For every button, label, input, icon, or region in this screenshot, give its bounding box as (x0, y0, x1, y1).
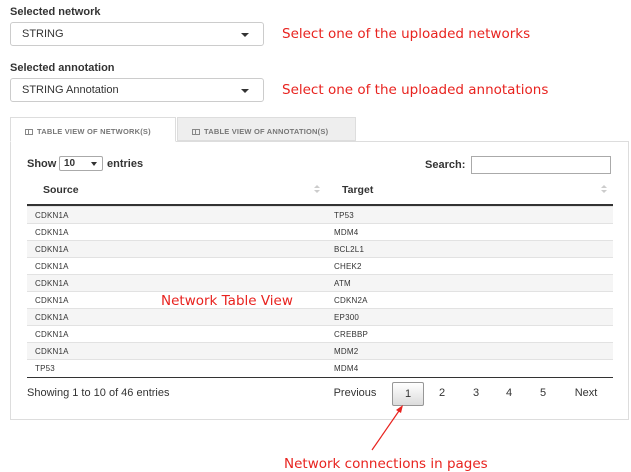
column-header-target[interactable]: Target (342, 184, 373, 196)
table-row: CDKN1A EP300 (27, 308, 613, 325)
pagination-page-3[interactable]: 3 (465, 382, 487, 406)
table-row: CDKN1A MDM2 (27, 342, 613, 359)
source-cell: CDKN1A (35, 245, 69, 254)
source-cell: CDKN1A (35, 313, 69, 322)
pagination-next[interactable]: Next (568, 382, 604, 406)
target-cell: CDKN2A (334, 296, 368, 305)
pagination-page-5[interactable]: 5 (532, 382, 554, 406)
tab-label: TABLE VIEW OF NETWORK(S) (37, 127, 151, 136)
source-cell: CDKN1A (35, 211, 69, 220)
network-select-annotation: Select one of the uploaded networks (282, 26, 531, 42)
target-cell: BCL2L1 (334, 245, 365, 254)
pagination-page-1[interactable]: 1 (392, 382, 424, 406)
table-row: CDKN1A MDM4 (27, 223, 613, 240)
source-cell: CDKN1A (35, 228, 69, 237)
target-cell: MDM4 (334, 228, 359, 237)
pagination-annotation: Network connections in pages (284, 456, 488, 472)
network-select[interactable]: STRING (10, 22, 264, 46)
tab-network-table-view[interactable]: TABLE VIEW OF NETWORK(S) (10, 117, 176, 142)
entries-label: entries (107, 158, 144, 170)
search-input[interactable] (471, 156, 611, 174)
table-row: CDKN1A TP53 (27, 206, 613, 223)
source-cell: CDKN1A (35, 330, 69, 339)
table-row: CDKN1A BCL2L1 (27, 240, 613, 257)
table-row: CDKN1A CDKN2A (27, 291, 613, 308)
annotation-arrow (371, 405, 403, 451)
pagination-page-2[interactable]: 2 (431, 382, 453, 406)
target-cell: MDM2 (334, 347, 359, 356)
table-bottom-divider (27, 377, 613, 378)
target-cell: CHEK2 (334, 262, 362, 271)
tab-label: TABLE VIEW OF ANNOTATION(S) (204, 127, 329, 136)
target-cell: CREBBP (334, 330, 369, 339)
sort-icon[interactable] (314, 185, 320, 195)
show-label: Show (27, 158, 57, 170)
page-length-select[interactable]: 10 (59, 156, 103, 171)
table-icon (192, 129, 200, 135)
source-cell: TP53 (35, 364, 55, 373)
annotation-select-value: STRING Annotation (22, 84, 119, 96)
chevron-down-icon (241, 33, 249, 37)
table-row: CDKN1A ATM (27, 274, 613, 291)
search-label: Search: (425, 159, 466, 171)
network-table-view-annotation: Network Table View (161, 293, 293, 309)
chevron-down-icon (91, 162, 97, 166)
table-row: CDKN1A CREBBP (27, 325, 613, 342)
source-cell: CDKN1A (35, 347, 69, 356)
source-cell: CDKN1A (35, 296, 69, 305)
column-header-source[interactable]: Source (43, 184, 79, 196)
target-cell: EP300 (334, 313, 360, 322)
page-length-value: 10 (64, 158, 76, 169)
table-row: TP53 MDM4 (27, 359, 613, 376)
tab-annotation-table-view[interactable]: TABLE VIEW OF ANNOTATION(S) (177, 117, 356, 141)
target-cell: MDM4 (334, 364, 359, 373)
sort-icon[interactable] (601, 185, 607, 195)
pagination-previous[interactable]: Previous (325, 382, 385, 406)
target-cell: ATM (334, 279, 351, 288)
target-cell: TP53 (334, 211, 354, 220)
annotation-select-annotation: Select one of the uploaded annotations (282, 82, 549, 98)
table-icon (25, 129, 33, 135)
pagination-page-4[interactable]: 4 (498, 382, 520, 406)
table-info: Showing 1 to 10 of 46 entries (27, 387, 170, 399)
source-cell: CDKN1A (35, 279, 69, 288)
chevron-down-icon (241, 89, 249, 93)
table-row: CDKN1A CHEK2 (27, 257, 613, 274)
selected-network-label: Selected network (10, 6, 101, 18)
annotation-select[interactable]: STRING Annotation (10, 78, 264, 102)
network-select-value: STRING (22, 28, 64, 40)
source-cell: CDKN1A (35, 262, 69, 271)
selected-annotation-label: Selected annotation (10, 62, 115, 74)
